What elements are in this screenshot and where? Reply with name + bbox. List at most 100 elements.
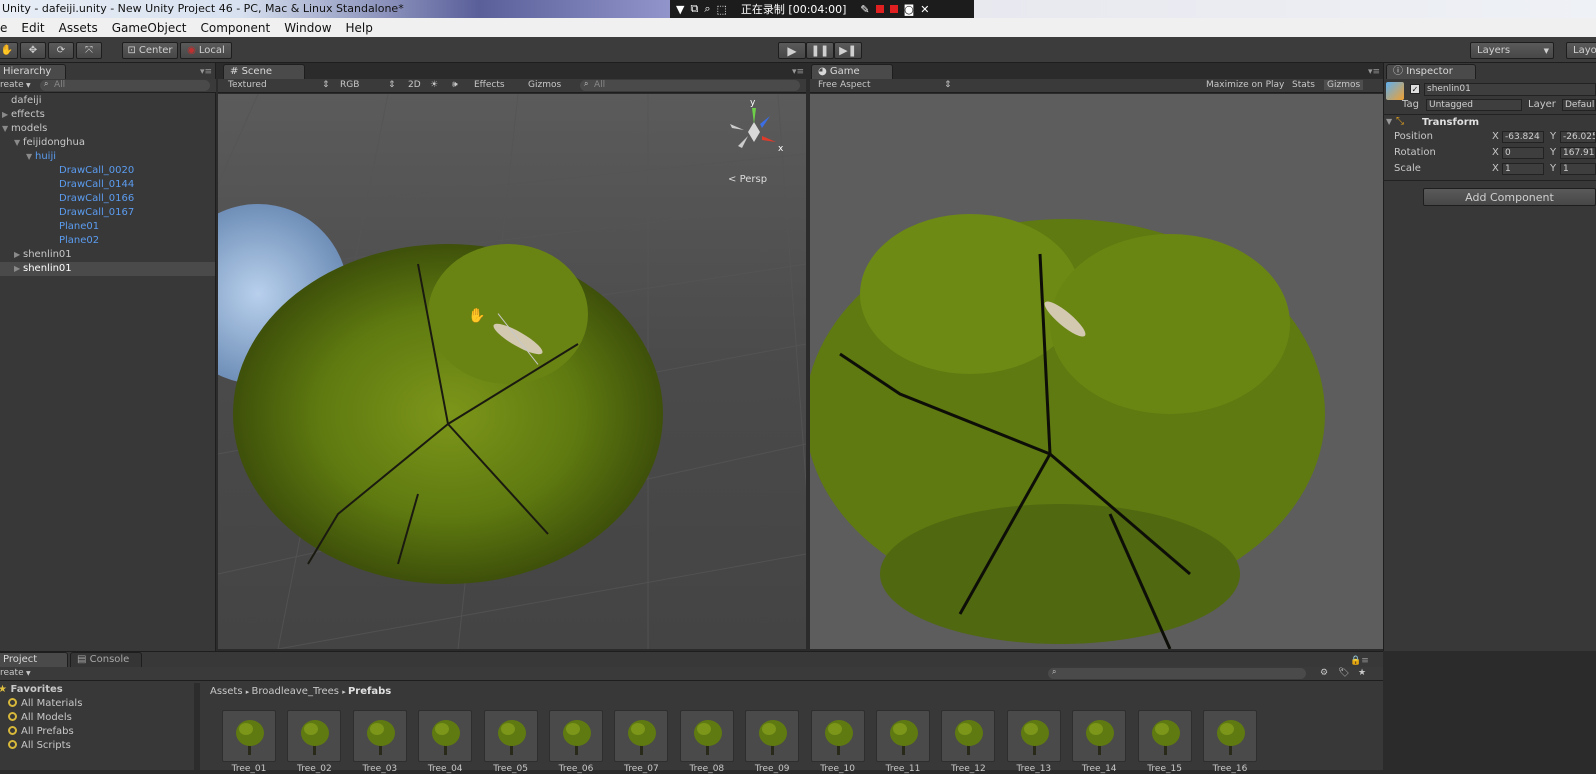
asset-prefab-tile[interactable] (876, 710, 930, 762)
hierarchy-item[interactable]: ▶ effects (0, 108, 215, 122)
asset-prefab-tile[interactable] (418, 710, 473, 762)
expanded-triangle-icon[interactable]: ▼ (14, 136, 23, 150)
tab-game[interactable]: ◕ Game (811, 64, 893, 79)
scale-y-field[interactable]: 1 (1560, 163, 1596, 175)
rotate-tool-button[interactable]: ⟳ (48, 42, 74, 59)
region-icon[interactable]: ⬚ (717, 3, 727, 16)
game-menu-icon[interactable]: ▾≡ (1368, 67, 1380, 77)
panel-menu-icon[interactable]: ▾≡ (200, 67, 212, 77)
hierarchy-item[interactable]: ▼ huiji (0, 150, 215, 164)
hierarchy-item[interactable]: DrawCall_0020 (0, 164, 215, 178)
asset-prefab-tile[interactable] (549, 710, 603, 762)
scene-viewport[interactable]: y x < Persp ✋ (218, 94, 806, 649)
project-search-input[interactable]: ⌕ (1048, 667, 1306, 679)
filter-type-icon[interactable]: ⚙ (1320, 668, 1328, 678)
asset-prefab-tile[interactable] (745, 710, 800, 762)
persp-toggle[interactable]: < Persp (728, 174, 767, 185)
active-checkbox[interactable]: ✓ (1410, 84, 1420, 94)
2d-toggle[interactable]: 2D (408, 80, 421, 90)
effects-dropdown[interactable]: Effects (474, 80, 505, 90)
asset-prefab-tile[interactable] (1203, 710, 1257, 762)
asset-prefab-tile[interactable] (352, 710, 407, 762)
camera-icon[interactable]: ◙ (904, 3, 915, 16)
scene-menu-icon[interactable]: ▾≡ (792, 67, 804, 77)
breadcrumb-item[interactable]: Broadleave_Trees (251, 686, 339, 697)
lock-icon[interactable]: 🔒≡ (1350, 656, 1369, 666)
audio-icon[interactable]: 🕪 (452, 80, 458, 90)
tab-inspector[interactable]: ⓘ Inspector (1386, 64, 1476, 79)
lighting-icon[interactable]: ☀ (430, 80, 438, 90)
asset-prefab-tile[interactable] (941, 710, 996, 762)
pivot-center-button[interactable]: ⊡ Center (122, 42, 178, 59)
asset-prefab-tile[interactable] (679, 710, 734, 762)
asset-prefab-tile[interactable] (1006, 710, 1061, 762)
pen-icon[interactable]: ✎ (860, 3, 869, 16)
pause-record-icon[interactable] (875, 5, 884, 13)
favorite-star-icon[interactable]: ★ (1358, 668, 1366, 678)
create-dropdown[interactable]: reate (0, 668, 24, 678)
maximize-on-play-toggle[interactable]: Maximize on Play (1206, 80, 1284, 90)
hand-tool-button[interactable]: ✋ (0, 42, 18, 59)
collapsed-triangle-icon[interactable]: ▶ (2, 108, 11, 122)
hierarchy-item[interactable]: DrawCall_0167 (0, 206, 215, 220)
position-x-field[interactable]: -63.824 (1502, 131, 1544, 143)
tag-dropdown[interactable]: Untagged (1426, 99, 1522, 111)
menu-assets[interactable]: Assets (52, 21, 105, 35)
hierarchy-item[interactable]: ▶ shenlin01 (0, 262, 215, 276)
pause-button[interactable]: ❚❚ (806, 42, 834, 59)
hierarchy-item[interactable]: Plane01 (0, 220, 215, 234)
asset-prefab-tile[interactable] (1137, 710, 1192, 762)
pivot-local-button[interactable]: ◉ Local (180, 42, 232, 59)
menu-window[interactable]: Window (277, 21, 338, 35)
scale-x-field[interactable]: 1 (1502, 163, 1544, 175)
scale-tool-button[interactable]: ⤧ (76, 42, 102, 59)
menu-edit[interactable]: Edit (14, 21, 51, 35)
favorites-header[interactable]: ★ Favorites (0, 683, 63, 697)
game-viewport[interactable] (810, 94, 1383, 649)
gizmos-toggle[interactable]: Gizmos (1324, 80, 1364, 90)
asset-prefab-tile[interactable] (222, 710, 276, 762)
menu-file[interactable]: e (0, 21, 14, 35)
gizmos-dropdown[interactable]: Gizmos (528, 80, 561, 90)
hierarchy-item[interactable]: DrawCall_0166 (0, 192, 215, 206)
move-tool-button[interactable]: ✥ (20, 42, 46, 59)
sidebar-scrollbar[interactable] (194, 683, 200, 770)
tab-project[interactable]: Project (0, 652, 68, 667)
tab-hierarchy[interactable]: Hierarchy (0, 64, 66, 79)
layer-dropdown[interactable]: Defaul (1562, 99, 1596, 111)
recorder-bar[interactable]: ▼ ⧉ ⌕ ⬚ 正在录制 [00:04:00] ✎ ◙ ✕ (670, 0, 974, 18)
collapsed-triangle-icon[interactable]: ▶ (14, 248, 23, 262)
favorite-item[interactable]: All Materials (8, 697, 82, 711)
asset-prefab-tile[interactable] (287, 710, 342, 762)
position-y-field[interactable]: -26.025 (1560, 131, 1596, 143)
transform-component-title[interactable]: Transform (1422, 117, 1479, 128)
menu-help[interactable]: Help (339, 21, 380, 35)
zoom-icon[interactable]: ⌕ (704, 2, 710, 16)
draw-mode-dropdown[interactable]: Textured (228, 80, 267, 90)
collapsed-triangle-icon[interactable]: ▶ (14, 262, 23, 276)
stats-toggle[interactable]: Stats (1292, 80, 1315, 90)
foldout-triangle-icon[interactable]: ▼ (1386, 117, 1392, 126)
window-icon[interactable]: ⧉ (690, 2, 698, 16)
create-dropdown[interactable]: reate (0, 80, 24, 90)
render-mode-dropdown[interactable]: RGB (340, 80, 359, 90)
scene-search-input[interactable]: ⌕ All (580, 79, 800, 91)
hierarchy-item[interactable]: Plane02 (0, 234, 215, 248)
aspect-dropdown[interactable]: Free Aspect (818, 80, 871, 90)
favorite-item[interactable]: All Scripts (8, 739, 71, 753)
hierarchy-search-input[interactable]: ⌕ All (40, 79, 210, 91)
dropdown-icon[interactable]: ▼ (676, 3, 684, 16)
add-component-button[interactable]: Add Component (1423, 188, 1596, 206)
expanded-triangle-icon[interactable]: ▼ (2, 122, 11, 136)
close-icon[interactable]: ✕ (920, 3, 929, 16)
hierarchy-item[interactable]: DrawCall_0144 (0, 178, 215, 192)
scene-orientation-gizmo[interactable]: y x (724, 98, 784, 162)
stop-record-icon[interactable] (889, 5, 898, 13)
favorite-item[interactable]: All Models (8, 711, 72, 725)
favorite-item[interactable]: All Prefabs (8, 725, 74, 739)
rotation-x-field[interactable]: 0 (1502, 147, 1544, 159)
expanded-triangle-icon[interactable]: ▼ (26, 150, 35, 164)
asset-prefab-tile[interactable] (810, 710, 865, 762)
filter-label-icon[interactable]: 🏷 (1338, 668, 1349, 678)
menu-gameobject[interactable]: GameObject (105, 21, 194, 35)
